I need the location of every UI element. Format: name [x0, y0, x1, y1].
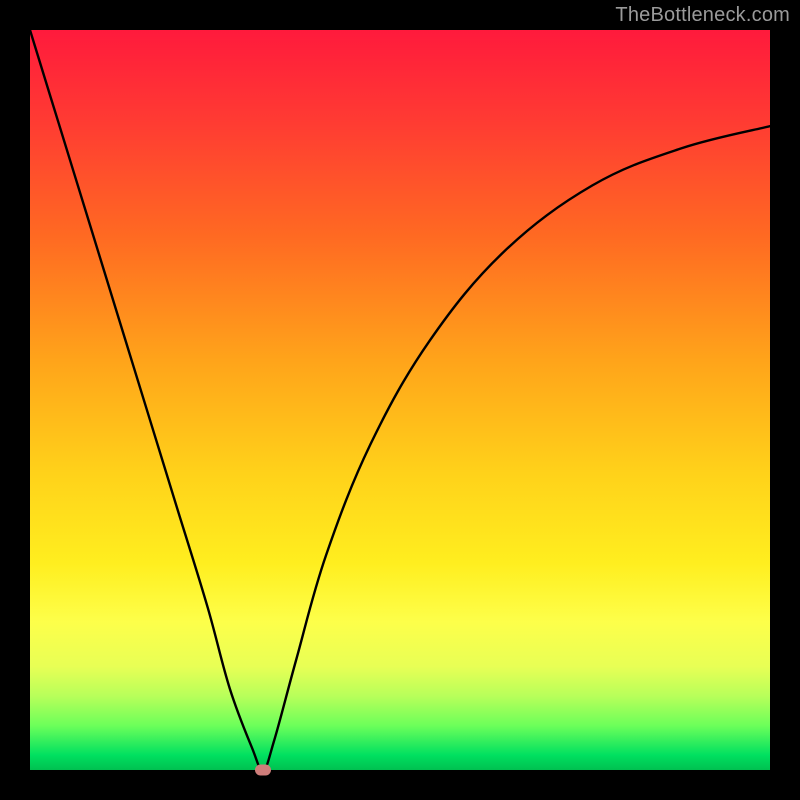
- watermark-text: TheBottleneck.com: [615, 4, 790, 27]
- curve-svg: [30, 30, 770, 770]
- chart-frame: TheBottleneck.com: [0, 0, 800, 800]
- bottleneck-curve: [30, 30, 770, 770]
- plot-area: [30, 30, 770, 770]
- optimal-marker: [255, 765, 271, 776]
